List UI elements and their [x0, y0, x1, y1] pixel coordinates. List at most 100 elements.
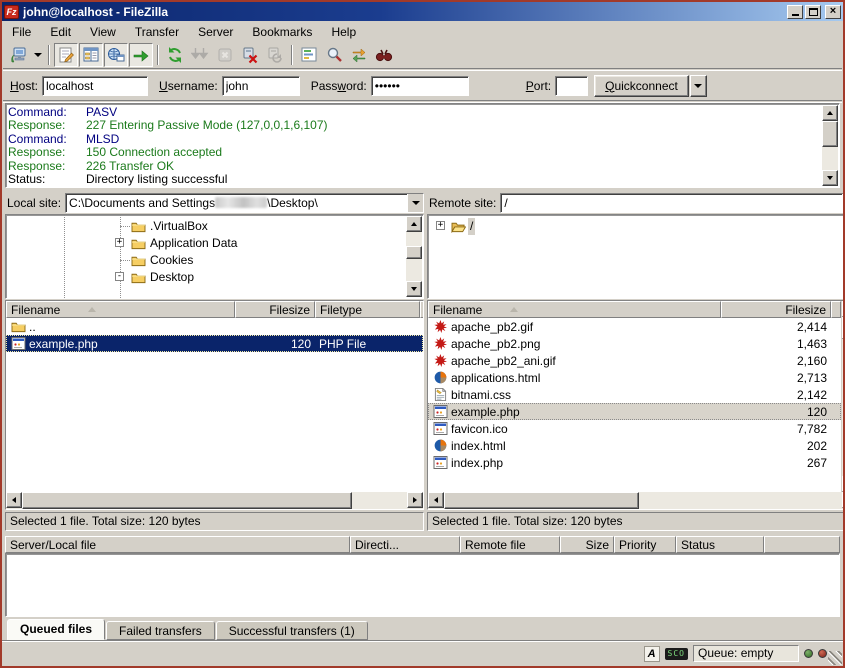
queue-column-priority[interactable]: Priority — [614, 536, 676, 553]
log-line-text: PASV — [86, 106, 117, 119]
tab-queued-files[interactable]: Queued files — [7, 619, 105, 640]
queue-column-status[interactable]: Status — [676, 536, 764, 553]
username-input[interactable] — [222, 76, 300, 96]
menu-server[interactable]: Server — [190, 23, 241, 41]
column-header-filesize[interactable]: Filesize — [721, 301, 831, 318]
file-row[interactable]: example.php120 — [428, 403, 841, 420]
tree-item[interactable]: / — [468, 218, 475, 235]
minimize-button[interactable] — [787, 5, 803, 19]
local-list-hscrollbar[interactable] — [6, 492, 423, 509]
scroll-down-button[interactable] — [406, 281, 422, 297]
file-row[interactable]: .. — [6, 318, 423, 335]
title-bar[interactable]: Fz john@localhost - FileZilla × — [2, 2, 843, 21]
menu-view[interactable]: View — [82, 23, 124, 41]
collapse-icon[interactable]: - — [115, 272, 124, 281]
data-type-indicator-icon[interactable]: A — [644, 646, 660, 662]
file-row[interactable]: applications.html2,713 — [428, 369, 841, 386]
disconnect-button[interactable] — [238, 43, 262, 67]
file-row[interactable]: apache_pb2.gif2,414 — [428, 318, 841, 335]
expand-icon[interactable]: + — [436, 221, 445, 230]
directory-comparison-button[interactable] — [322, 43, 346, 67]
queue-column-directi-[interactable]: Directi... — [350, 536, 460, 553]
transfer-queue: Server/Local file Directi...Remote fileSi… — [5, 536, 840, 640]
port-input[interactable] — [555, 76, 588, 96]
css-file-icon — [432, 388, 448, 402]
scrollbar-thumb[interactable] — [406, 246, 422, 259]
host-input[interactable] — [42, 76, 148, 96]
menu-file[interactable]: File — [4, 23, 39, 41]
refresh-button[interactable] — [163, 43, 187, 67]
tab-successful-transfers-1-[interactable]: Successful transfers (1) — [216, 621, 368, 640]
file-row[interactable]: favicon.ico7,782 — [428, 420, 841, 437]
column-header-filetype[interactable]: Filetype — [315, 301, 420, 318]
maximize-button[interactable] — [805, 5, 821, 19]
site-manager-icon — [9, 46, 27, 64]
file-row[interactable]: apache_pb2.png1,463 — [428, 335, 841, 352]
queue-column-size[interactable]: Size — [560, 536, 614, 553]
file-row[interactable]: bitnami.css2,142 — [428, 386, 841, 403]
find-files-button[interactable] — [372, 43, 396, 67]
menu-transfer[interactable]: Transfer — [127, 23, 187, 41]
scroll-left-button[interactable] — [6, 492, 22, 508]
quickconnect-dropdown-button[interactable] — [690, 75, 707, 97]
log-line-label: Command: — [8, 133, 86, 146]
directory-listing-filters-button[interactable] — [297, 43, 321, 67]
scroll-left-button[interactable] — [428, 492, 444, 508]
file-row[interactable]: example.php120PHP File1 — [6, 335, 423, 352]
scrollbar-thumb[interactable] — [444, 492, 639, 509]
resize-grip[interactable] — [828, 651, 842, 665]
tree-item[interactable]: Desktop — [148, 269, 196, 286]
queue-column-remote-file[interactable]: Remote file — [460, 536, 560, 553]
log-scrollbar[interactable] — [822, 105, 838, 186]
log-line-label: Command: — [8, 106, 86, 119]
menu-help[interactable]: Help — [323, 23, 364, 41]
quickconnect-button[interactable]: Quickconnect — [594, 75, 689, 97]
site-manager-button[interactable] — [6, 43, 30, 67]
column-header-label: Server/Local file — [10, 538, 96, 552]
tree-item[interactable]: .VirtualBox — [148, 218, 210, 235]
password-input[interactable] — [371, 76, 469, 96]
remote-list-vscrollbar[interactable] — [841, 301, 845, 492]
file-cell-text: index.php — [451, 456, 503, 470]
scroll-right-button[interactable] — [407, 492, 423, 508]
toggle-remote-tree-icon — [107, 46, 125, 64]
log-line-label: Response: — [8, 119, 86, 132]
site-manager-dropdown-button[interactable] — [31, 43, 44, 67]
local-tree-scrollbar[interactable] — [406, 216, 422, 297]
toggle-local-tree-button[interactable] — [79, 43, 103, 67]
scroll-up-button[interactable] — [406, 216, 422, 232]
remote-list-hscrollbar[interactable] — [428, 492, 845, 509]
local-site-dropdown[interactable] — [407, 194, 423, 212]
toolbar-separator — [157, 45, 159, 65]
scrollbar-thumb[interactable] — [822, 121, 838, 147]
remote-site-combo[interactable]: / — [500, 193, 845, 213]
column-header-label: Filename — [11, 303, 60, 317]
menu-edit[interactable]: Edit — [42, 23, 79, 41]
toggle-remote-tree-button[interactable] — [104, 43, 128, 67]
toggle-transfer-queue-button[interactable] — [129, 43, 153, 67]
column-header-filename[interactable]: Filename — [428, 301, 721, 318]
queue-column-server-local-file[interactable]: Server/Local file — [5, 536, 350, 553]
tab-failed-transfers[interactable]: Failed transfers — [106, 621, 215, 640]
expand-icon[interactable]: + — [115, 238, 124, 247]
toggle-message-log-button[interactable] — [54, 43, 78, 67]
tree-item[interactable]: Cookies — [148, 252, 195, 269]
scrollbar-thumb[interactable] — [22, 492, 352, 509]
file-row[interactable]: index.html202 — [428, 437, 841, 454]
speed-limits-icon[interactable]: SCO — [665, 648, 688, 660]
close-button[interactable]: × — [825, 5, 841, 19]
scroll-up-button[interactable] — [822, 105, 838, 121]
column-header-filesize[interactable]: Filesize — [235, 301, 315, 318]
file-row[interactable]: index.php267 — [428, 454, 841, 471]
column-header-filename[interactable]: Filename — [6, 301, 235, 318]
local-site-combo[interactable]: C:\Documents and Settings\Desktop\ — [65, 193, 424, 213]
file-cell: 2,713 — [721, 371, 831, 385]
local-file-list: Filename FilesizeFiletypeLast modified..e… — [5, 300, 424, 510]
synchronized-browsing-button[interactable] — [347, 43, 371, 67]
file-row[interactable]: apache_pb2_ani.gif2,160 — [428, 352, 841, 369]
scroll-down-button[interactable] — [822, 170, 838, 186]
tree-item[interactable]: Application Data — [148, 235, 239, 252]
column-header-last-modified[interactable]: Last modified — [420, 301, 423, 318]
queue-tabs: Queued filesFailed transfersSuccessful t… — [5, 618, 840, 640]
menu-bookmarks[interactable]: Bookmarks — [244, 23, 320, 41]
